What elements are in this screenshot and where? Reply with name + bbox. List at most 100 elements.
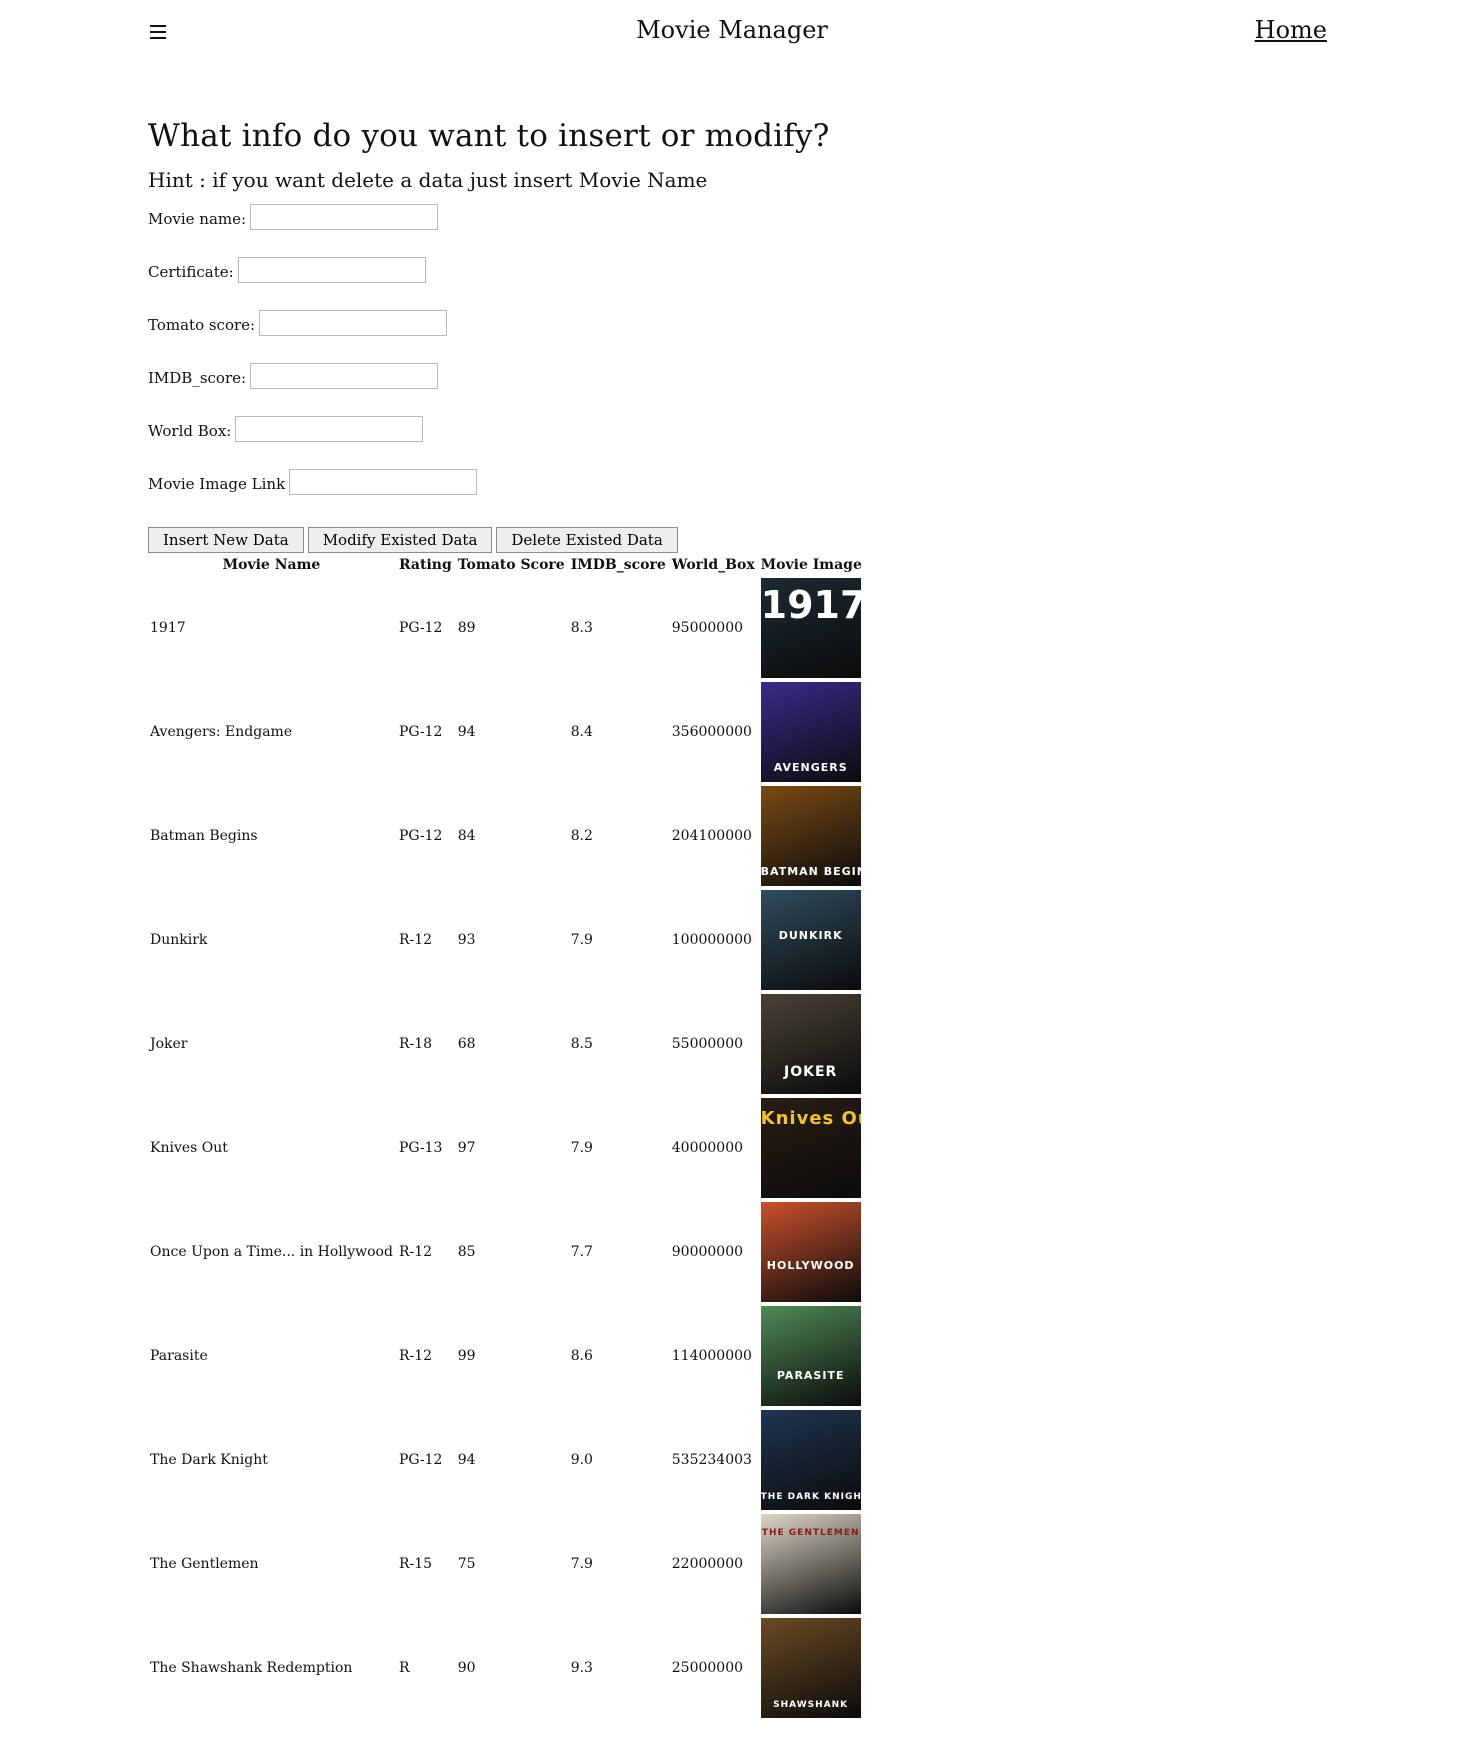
- world-box-cell: 55000000: [671, 1036, 744, 1052]
- movie-image-cell: THE GENTLEMEN: [759, 1513, 864, 1615]
- imdb-score-cell: 8.3: [570, 620, 593, 636]
- poster-title: THE DARK KNIGHT: [760, 1492, 861, 1502]
- movie-poster-image: AVENGERS: [760, 682, 861, 782]
- movie-image-cell: AVENGERS: [759, 681, 864, 783]
- movie-poster-image: SHAWSHANK: [760, 1618, 861, 1718]
- movie-poster-image: THE GENTLEMEN: [760, 1514, 861, 1614]
- certificate-label: Certificate:: [148, 263, 234, 281]
- movie-image-cell: BATMAN BEGINS: [759, 785, 864, 887]
- movie-name-cell: Avengers: Endgame: [150, 724, 293, 740]
- rating-cell: R-12: [398, 932, 433, 948]
- table-header-row: Movie Name Rating Tomato Score IMDB_scor…: [148, 555, 864, 575]
- rating-cell: R-12: [398, 1244, 433, 1260]
- world-box-cell: 100000000: [671, 932, 752, 948]
- world-box-input[interactable]: [235, 416, 424, 442]
- form-heading: What info do you want to insert or modif…: [148, 118, 830, 154]
- tomato-score-cell: 90: [457, 1660, 476, 1676]
- movie-poster-image: Knives Out: [760, 1098, 861, 1198]
- imdb-score-input[interactable]: [250, 363, 439, 389]
- rating-cell: R-18: [398, 1036, 433, 1052]
- tomato-score-cell: 97: [457, 1140, 476, 1156]
- certificate-input[interactable]: [237, 257, 426, 283]
- world-box-cell: 40000000: [671, 1140, 744, 1156]
- world-box-cell: 95000000: [671, 620, 744, 636]
- rating-cell: PG-12: [398, 620, 443, 636]
- world-box-row: World Box:: [148, 416, 1348, 469]
- movie-name-cell: The Gentlemen: [150, 1556, 259, 1572]
- poster-title: HOLLYWOOD: [766, 1259, 855, 1272]
- movie-name-cell: Once Upon a Time... in Hollywood: [150, 1244, 393, 1260]
- rating-cell: PG-12: [398, 828, 443, 844]
- movie-image-cell: DUNKIRK: [759, 889, 864, 991]
- movies-table: Movie Name Rating Tomato Score IMDB_scor…: [146, 553, 866, 1721]
- rating-cell: R-12: [398, 1348, 433, 1364]
- rating-cell: PG-12: [398, 724, 443, 740]
- movie-poster-image: HOLLYWOOD: [760, 1202, 861, 1302]
- poster-title: SHAWSHANK: [773, 1700, 849, 1710]
- tomato-score-cell: 84: [457, 828, 476, 844]
- imdb-score-label: IMDB_score:: [148, 369, 247, 387]
- imdb-score-cell: 8.2: [570, 828, 593, 844]
- rating-cell: PG-12: [398, 1452, 443, 1468]
- movie-poster-image: DUNKIRK: [760, 890, 861, 990]
- world-box-cell: 22000000: [671, 1556, 744, 1572]
- world-box-cell: 114000000: [671, 1348, 752, 1364]
- imdb-score-row: IMDB_score:: [148, 363, 1348, 416]
- imdb-score-cell: 8.6: [570, 1348, 593, 1364]
- movie-name-row: Movie name:: [148, 204, 1348, 257]
- movie-image-cell: HOLLYWOOD: [759, 1201, 864, 1303]
- imdb-score-cell: 7.9: [570, 1140, 593, 1156]
- tomato-score-cell: 94: [457, 1452, 476, 1468]
- table-row: The Gentlemen R-15 75 7.9 22000000 THE G…: [148, 1513, 864, 1615]
- table-row: Joker R-18 68 8.5 55000000 JOKER: [148, 993, 864, 1095]
- world-box-cell: 356000000: [671, 724, 752, 740]
- table-row: The Dark Knight PG-12 94 9.0 535234003 T…: [148, 1409, 864, 1511]
- movie-poster-image: BATMAN BEGINS: [760, 786, 861, 886]
- certificate-row: Certificate:: [148, 257, 1348, 310]
- tomato-score-cell: 68: [457, 1036, 476, 1052]
- rating-cell: R: [398, 1660, 410, 1676]
- table-row: Batman Begins PG-12 84 8.2 204100000 BAT…: [148, 785, 864, 887]
- movie-poster-image: JOKER: [760, 994, 861, 1094]
- app-title: Movie Manager: [636, 16, 828, 44]
- world-box-cell: 90000000: [671, 1244, 744, 1260]
- home-link[interactable]: Home: [1255, 16, 1327, 44]
- insert-button[interactable]: Insert New Data: [148, 527, 304, 553]
- delete-button[interactable]: Delete Existed Data: [496, 527, 678, 553]
- movie-name-cell: The Shawshank Redemption: [150, 1660, 353, 1676]
- world-box-cell: 25000000: [671, 1660, 744, 1676]
- column-header-tomato-score: Tomato Score: [457, 557, 565, 573]
- rating-cell: PG-13: [398, 1140, 443, 1156]
- table-row: Avengers: Endgame PG-12 94 8.4 356000000…: [148, 681, 864, 783]
- rating-cell: R-15: [398, 1556, 433, 1572]
- world-box-label: World Box:: [148, 422, 232, 440]
- imdb-score-cell: 9.0: [570, 1452, 593, 1468]
- table-row: Once Upon a Time... in Hollywood R-12 85…: [148, 1201, 864, 1303]
- tomato-score-cell: 85: [457, 1244, 476, 1260]
- poster-title: PARASITE: [776, 1369, 845, 1382]
- imdb-score-cell: 8.4: [570, 724, 593, 740]
- table-row: 1917 PG-12 89 8.3 95000000 1917: [148, 577, 864, 679]
- movie-image-cell: SHAWSHANK: [759, 1617, 864, 1719]
- imdb-score-cell: 7.9: [570, 1556, 593, 1572]
- imdb-score-cell: 7.7: [570, 1244, 593, 1260]
- movie-name-input[interactable]: [250, 204, 439, 230]
- main-content: What info do you want to insert or modif…: [148, 110, 1348, 1721]
- poster-title: JOKER: [784, 1064, 838, 1080]
- movie-poster-image: 1917: [760, 578, 861, 678]
- image-link-row: Movie Image Link: [148, 469, 1348, 522]
- image-link-input[interactable]: [289, 469, 478, 495]
- movie-image-cell: Knives Out: [759, 1097, 864, 1199]
- world-box-cell: 204100000: [671, 828, 752, 844]
- hint-text: Hint : if you want delete a data just in…: [148, 168, 708, 192]
- tomato-score-cell: 94: [457, 724, 476, 740]
- poster-title: 1917: [760, 583, 861, 627]
- tomato-score-label: Tomato score:: [148, 316, 256, 334]
- column-header-rating: Rating: [398, 557, 452, 573]
- poster-title: BATMAN BEGINS: [760, 865, 861, 878]
- poster-title: THE GENTLEMEN: [761, 1528, 860, 1538]
- tomato-score-input[interactable]: [259, 310, 448, 336]
- movie-name-cell: Batman Begins: [150, 828, 258, 844]
- movie-name-cell: The Dark Knight: [150, 1452, 268, 1468]
- modify-button[interactable]: Modify Existed Data: [307, 527, 493, 553]
